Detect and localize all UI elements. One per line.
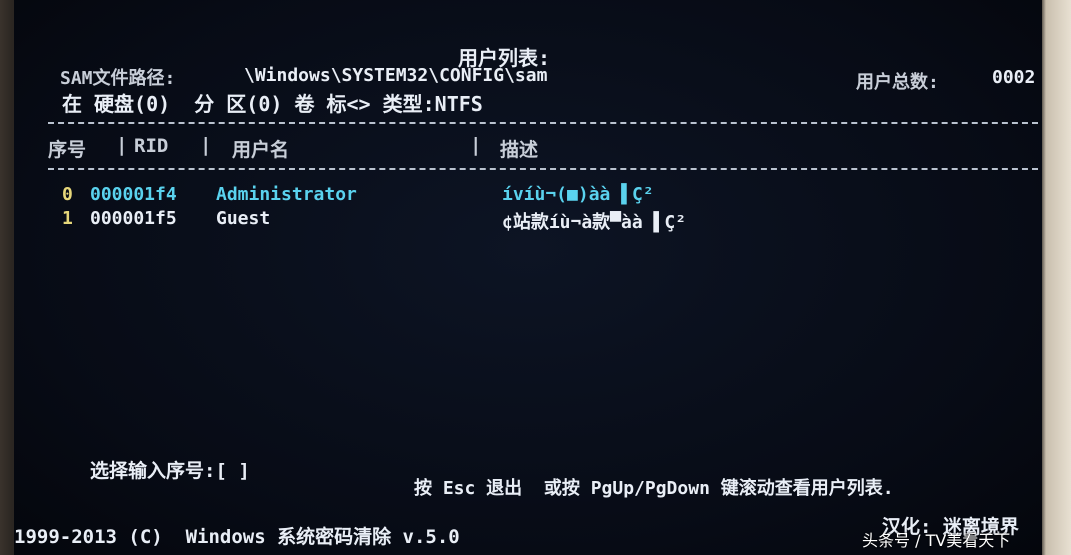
column-header-rid: RID [134, 135, 169, 157]
row-rid: 000001f5 [90, 208, 177, 229]
index-input-prompt[interactable]: 选择输入序号:[ ] [90, 456, 250, 483]
user-count-value: 0002 [992, 67, 1036, 88]
row-index: 1 [62, 208, 73, 229]
sam-path-value: \Windows\SYSTEM32\CONFIG\sam [244, 65, 548, 86]
column-separator: | [116, 134, 128, 156]
divider-bottom [48, 168, 1038, 170]
dos-screen: 用户列表: SAM文件路径: \Windows\SYSTEM32\CONFIG\… [14, 0, 1042, 555]
help-text: 按 Esc 退出 或按 PgUp/PgDown 键滚动查看用户列表. [414, 478, 894, 499]
row-index: 0 [62, 184, 73, 205]
row-rid: 000001f4 [90, 184, 177, 205]
column-header-description: 描述 [500, 139, 539, 161]
column-header-index: 序号 [48, 139, 87, 161]
disk-info: 在 硬盘(0) 分 区(0) 卷 标<> 类型:NTFS [62, 92, 483, 116]
divider-top [48, 122, 1038, 124]
column-header-username: 用户名 [232, 139, 290, 161]
row-username: Guest [216, 208, 271, 229]
sam-path-label: SAM文件路径: [60, 68, 176, 89]
column-separator: | [470, 134, 482, 156]
row-username: Administrator [216, 184, 357, 205]
row-description: ¢站款íù¬à款▀àà ▌Ç² [502, 212, 687, 233]
column-separator: | [200, 134, 212, 156]
watermark: 头条号 / TV美看天下 [862, 531, 1011, 550]
user-count-label: 用户总数: [856, 72, 939, 93]
copyright-text: 1999-2013 (C) Windows 系统密码清除 v.5.0 [14, 526, 460, 548]
row-description: ívíù¬(■)àà ▌Ç² [502, 184, 654, 205]
